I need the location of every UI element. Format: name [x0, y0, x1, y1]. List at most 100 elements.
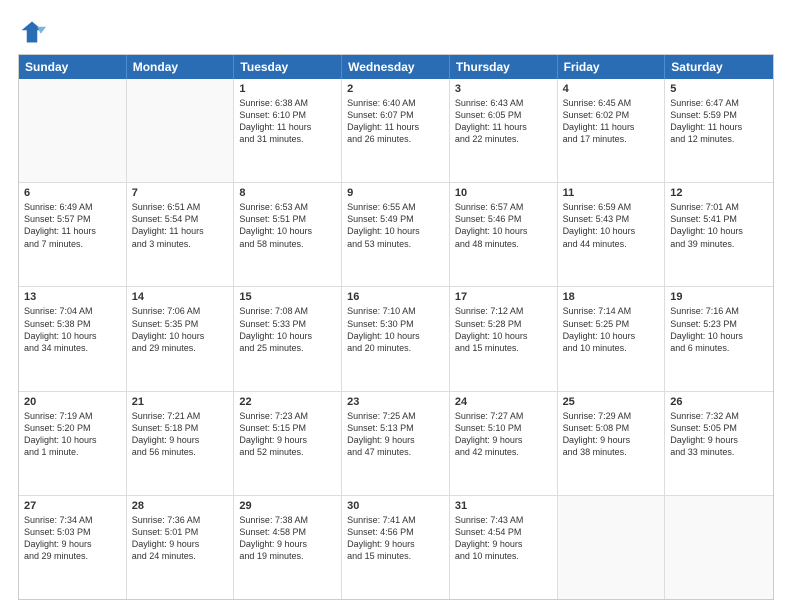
day-number: 4	[563, 83, 660, 95]
cell-info: Sunrise: 6:57 AM Sunset: 5:46 PM Dayligh…	[455, 201, 552, 250]
cell-info: Sunrise: 6:43 AM Sunset: 6:05 PM Dayligh…	[455, 97, 552, 146]
day-number: 1	[239, 83, 336, 95]
cell-info: Sunrise: 7:32 AM Sunset: 5:05 PM Dayligh…	[670, 410, 768, 459]
cell-info: Sunrise: 7:29 AM Sunset: 5:08 PM Dayligh…	[563, 410, 660, 459]
header-day-tuesday: Tuesday	[234, 55, 342, 79]
day-number: 11	[563, 187, 660, 199]
day-number: 6	[24, 187, 121, 199]
calendar-row-3: 20 Sunrise: 7:19 AM Sunset: 5:20 PM Dayli…	[19, 391, 773, 495]
day-number: 9	[347, 187, 444, 199]
cell-info: Sunrise: 6:47 AM Sunset: 5:59 PM Dayligh…	[670, 97, 768, 146]
calendar-cell-8: 8 Sunrise: 6:53 AM Sunset: 5:51 PM Daylig…	[234, 183, 342, 286]
day-number: 22	[239, 396, 336, 408]
page: SundayMondayTuesdayWednesdayThursdayFrid…	[0, 0, 792, 612]
day-number: 21	[132, 396, 229, 408]
cell-info: Sunrise: 6:40 AM Sunset: 6:07 PM Dayligh…	[347, 97, 444, 146]
day-number: 12	[670, 187, 768, 199]
cell-info: Sunrise: 7:16 AM Sunset: 5:23 PM Dayligh…	[670, 305, 768, 354]
cell-info: Sunrise: 7:36 AM Sunset: 5:01 PM Dayligh…	[132, 514, 229, 563]
day-number: 17	[455, 291, 552, 303]
header-day-wednesday: Wednesday	[342, 55, 450, 79]
calendar-cell-4: 4 Sunrise: 6:45 AM Sunset: 6:02 PM Daylig…	[558, 79, 666, 182]
day-number: 26	[670, 396, 768, 408]
calendar-cell-27: 27 Sunrise: 7:34 AM Sunset: 5:03 PM Dayli…	[19, 496, 127, 599]
calendar-cell-30: 30 Sunrise: 7:41 AM Sunset: 4:56 PM Dayli…	[342, 496, 450, 599]
calendar-cell-21: 21 Sunrise: 7:21 AM Sunset: 5:18 PM Dayli…	[127, 392, 235, 495]
header-day-monday: Monday	[127, 55, 235, 79]
cell-info: Sunrise: 7:38 AM Sunset: 4:58 PM Dayligh…	[239, 514, 336, 563]
calendar-cell-24: 24 Sunrise: 7:27 AM Sunset: 5:10 PM Dayli…	[450, 392, 558, 495]
day-number: 15	[239, 291, 336, 303]
header-day-friday: Friday	[558, 55, 666, 79]
day-number: 10	[455, 187, 552, 199]
header-day-thursday: Thursday	[450, 55, 558, 79]
calendar-cell-empty	[558, 496, 666, 599]
calendar-cell-3: 3Sunrise: 6:43 AM Sunset: 6:05 PM Daylig…	[450, 79, 558, 182]
calendar-cell-31: 31Sunrise: 7:43 AM Sunset: 4:54 PM Dayli…	[450, 496, 558, 599]
header-day-sunday: Sunday	[19, 55, 127, 79]
day-number: 5	[670, 83, 768, 95]
day-number: 23	[347, 396, 444, 408]
calendar-body: 1 Sunrise: 6:38 AM Sunset: 6:10 PM Daylig…	[19, 79, 773, 599]
calendar-cell-28: 28 Sunrise: 7:36 AM Sunset: 5:01 PM Dayli…	[127, 496, 235, 599]
cell-info: Sunrise: 6:38 AM Sunset: 6:10 PM Dayligh…	[239, 97, 336, 146]
day-number: 28	[132, 500, 229, 512]
calendar-cell-23: 23 Sunrise: 7:25 AM Sunset: 5:13 PM Dayli…	[342, 392, 450, 495]
logo-icon	[18, 18, 46, 46]
calendar-cell-12: 12 Sunrise: 7:01 AM Sunset: 5:41 PM Dayli…	[665, 183, 773, 286]
cell-info: Sunrise: 7:34 AM Sunset: 5:03 PM Dayligh…	[24, 514, 121, 563]
day-number: 27	[24, 500, 121, 512]
calendar-cell-22: 22 Sunrise: 7:23 AM Sunset: 5:15 PM Dayli…	[234, 392, 342, 495]
cell-info: Sunrise: 7:41 AM Sunset: 4:56 PM Dayligh…	[347, 514, 444, 563]
day-number: 2	[347, 83, 444, 95]
day-number: 18	[563, 291, 660, 303]
cell-info: Sunrise: 7:43 AM Sunset: 4:54 PM Dayligh…	[455, 514, 552, 563]
day-number: 24	[455, 396, 552, 408]
cell-info: Sunrise: 6:53 AM Sunset: 5:51 PM Dayligh…	[239, 201, 336, 250]
calendar-header: SundayMondayTuesdayWednesdayThursdayFrid…	[19, 55, 773, 79]
cell-info: Sunrise: 6:45 AM Sunset: 6:02 PM Dayligh…	[563, 97, 660, 146]
calendar-cell-10: 10 Sunrise: 6:57 AM Sunset: 5:46 PM Dayli…	[450, 183, 558, 286]
calendar-row-1: 6 Sunrise: 6:49 AM Sunset: 5:57 PM Daylig…	[19, 182, 773, 286]
calendar-cell-25: 25 Sunrise: 7:29 AM Sunset: 5:08 PM Dayli…	[558, 392, 666, 495]
day-number: 16	[347, 291, 444, 303]
cell-info: Sunrise: 7:01 AM Sunset: 5:41 PM Dayligh…	[670, 201, 768, 250]
day-number: 13	[24, 291, 121, 303]
day-number: 20	[24, 396, 121, 408]
calendar-cell-6: 6 Sunrise: 6:49 AM Sunset: 5:57 PM Daylig…	[19, 183, 127, 286]
day-number: 30	[347, 500, 444, 512]
header-day-saturday: Saturday	[665, 55, 773, 79]
cell-info: Sunrise: 7:27 AM Sunset: 5:10 PM Dayligh…	[455, 410, 552, 459]
cell-info: Sunrise: 7:06 AM Sunset: 5:35 PM Dayligh…	[132, 305, 229, 354]
calendar-row-0: 1 Sunrise: 6:38 AM Sunset: 6:10 PM Daylig…	[19, 79, 773, 182]
calendar-cell-29: 29 Sunrise: 7:38 AM Sunset: 4:58 PM Dayli…	[234, 496, 342, 599]
day-number: 29	[239, 500, 336, 512]
cell-info: Sunrise: 7:23 AM Sunset: 5:15 PM Dayligh…	[239, 410, 336, 459]
logo	[18, 18, 50, 46]
cell-info: Sunrise: 7:25 AM Sunset: 5:13 PM Dayligh…	[347, 410, 444, 459]
calendar-row-4: 27 Sunrise: 7:34 AM Sunset: 5:03 PM Dayli…	[19, 495, 773, 599]
calendar-cell-empty	[127, 79, 235, 182]
calendar-cell-11: 11Sunrise: 6:59 AM Sunset: 5:43 PM Dayli…	[558, 183, 666, 286]
calendar-cell-2: 2 Sunrise: 6:40 AM Sunset: 6:07 PM Daylig…	[342, 79, 450, 182]
calendar-cell-20: 20 Sunrise: 7:19 AM Sunset: 5:20 PM Dayli…	[19, 392, 127, 495]
cell-info: Sunrise: 6:49 AM Sunset: 5:57 PM Dayligh…	[24, 201, 121, 250]
calendar-cell-19: 19 Sunrise: 7:16 AM Sunset: 5:23 PM Dayli…	[665, 287, 773, 390]
calendar-cell-16: 16Sunrise: 7:10 AM Sunset: 5:30 PM Dayli…	[342, 287, 450, 390]
calendar-cell-empty	[665, 496, 773, 599]
cell-info: Sunrise: 7:21 AM Sunset: 5:18 PM Dayligh…	[132, 410, 229, 459]
cell-info: Sunrise: 7:19 AM Sunset: 5:20 PM Dayligh…	[24, 410, 121, 459]
cell-info: Sunrise: 6:51 AM Sunset: 5:54 PM Dayligh…	[132, 201, 229, 250]
calendar-cell-13: 13Sunrise: 7:04 AM Sunset: 5:38 PM Dayli…	[19, 287, 127, 390]
day-number: 19	[670, 291, 768, 303]
calendar-cell-5: 5 Sunrise: 6:47 AM Sunset: 5:59 PM Daylig…	[665, 79, 773, 182]
day-number: 25	[563, 396, 660, 408]
cell-info: Sunrise: 7:14 AM Sunset: 5:25 PM Dayligh…	[563, 305, 660, 354]
header	[18, 18, 774, 46]
calendar-cell-14: 14Sunrise: 7:06 AM Sunset: 5:35 PM Dayli…	[127, 287, 235, 390]
calendar-cell-26: 26 Sunrise: 7:32 AM Sunset: 5:05 PM Dayli…	[665, 392, 773, 495]
calendar-cell-15: 15 Sunrise: 7:08 AM Sunset: 5:33 PM Dayli…	[234, 287, 342, 390]
cell-info: Sunrise: 7:08 AM Sunset: 5:33 PM Dayligh…	[239, 305, 336, 354]
day-number: 8	[239, 187, 336, 199]
calendar-row-2: 13Sunrise: 7:04 AM Sunset: 5:38 PM Dayli…	[19, 286, 773, 390]
